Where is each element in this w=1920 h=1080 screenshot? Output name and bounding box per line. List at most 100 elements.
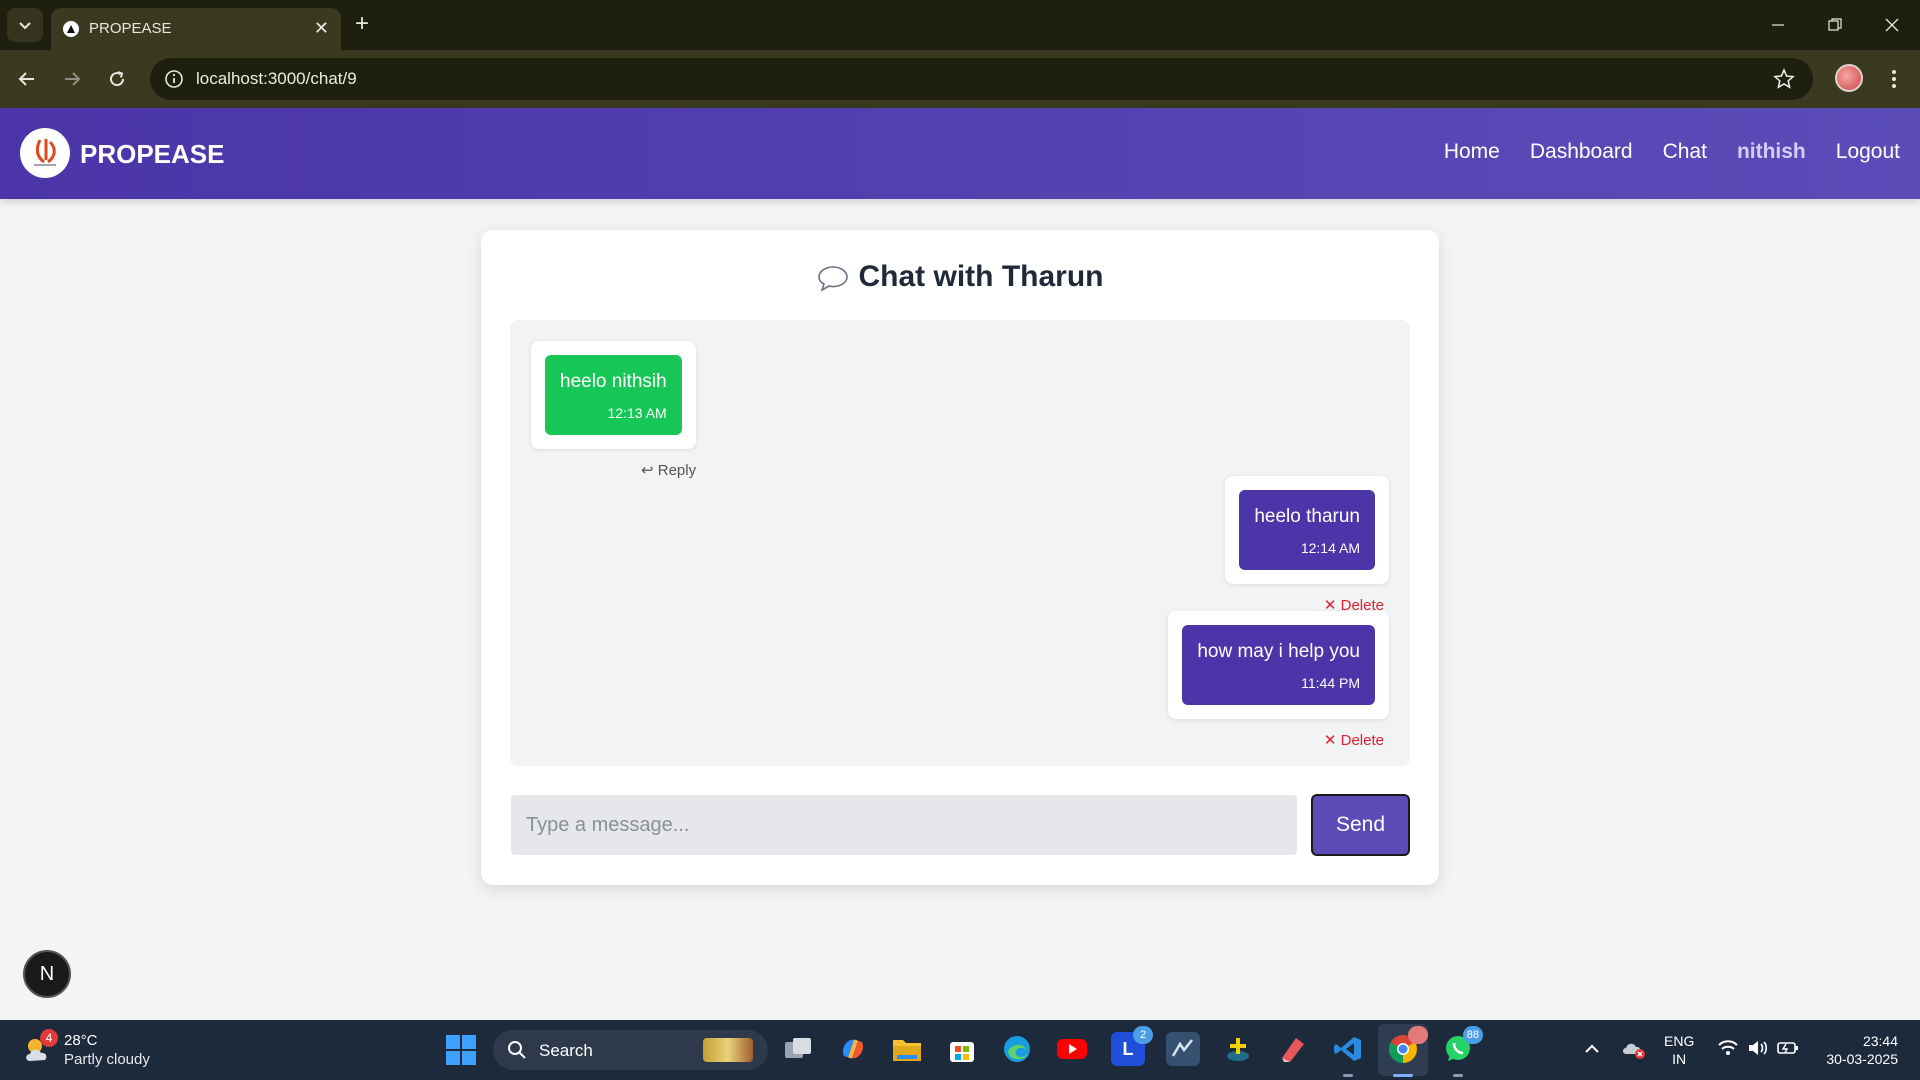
reload-button[interactable] [104, 66, 130, 92]
message-time: 12:14 AM [1300, 540, 1360, 556]
clock-time: 23:44 [1862, 1033, 1898, 1049]
vscode-icon[interactable] [1331, 1032, 1365, 1066]
nav-dashboard-link[interactable]: Dashboard [1530, 140, 1633, 164]
taskbar-search[interactable]: Search [493, 1030, 768, 1070]
message-item: how may i help you 11:44 PM [1168, 611, 1389, 719]
start-button[interactable] [446, 1035, 476, 1065]
brand-name[interactable]: PROPEASE [80, 139, 225, 170]
task-view-icon[interactable] [781, 1032, 815, 1066]
minimize-button[interactable] [1749, 0, 1806, 50]
message-item: heelo tharun 12:14 AM [1225, 476, 1389, 584]
message-text: how may i help you [1197, 641, 1360, 662]
site-info-icon[interactable] [164, 69, 184, 89]
tab-search-button[interactable] [7, 8, 43, 42]
main-nav: Home Dashboard Chat nithish Logout [1444, 140, 1900, 164]
window-controls [1749, 0, 1920, 50]
lens-notification-badge: 2 [1133, 1026, 1153, 1044]
edge-browser-icon[interactable] [1000, 1032, 1034, 1066]
arrow-right-icon [65, 72, 81, 86]
battery-icon[interactable] [1776, 1038, 1800, 1058]
speech-bubble-icon [817, 266, 848, 292]
minimize-icon [1771, 24, 1784, 26]
nav-logout-link[interactable]: Logout [1836, 140, 1900, 164]
reply-button[interactable]: ↩ Reply [641, 461, 696, 479]
bookmark-star-icon[interactable] [1773, 68, 1795, 90]
close-window-button[interactable] [1863, 0, 1920, 50]
nav-home-link[interactable]: Home [1444, 140, 1500, 164]
whatsapp-running-indicator [1453, 1074, 1463, 1077]
chrome-profile-badge [1408, 1026, 1428, 1044]
system-clock[interactable]: 23:44 30-03-2025 [1818, 1032, 1898, 1068]
chrome-running-indicator [1393, 1074, 1413, 1077]
chat-header: Chat with Tharun [481, 260, 1439, 294]
lens-letter: L [1122, 1038, 1134, 1059]
language-region: IN [1672, 1051, 1687, 1067]
message-bubble-sent: heelo tharun 12:14 AM [1239, 490, 1375, 570]
chevron-down-icon [19, 22, 31, 30]
language-code: ENG [1664, 1033, 1695, 1049]
message-time: 12:13 AM [607, 405, 667, 421]
wifi-icon[interactable] [1717, 1038, 1739, 1058]
onedrive-error-icon[interactable] [1622, 1038, 1646, 1060]
message-time: 11:44 PM [1301, 675, 1360, 691]
weather-condition: Partly cloudy [64, 1051, 150, 1068]
mysql-workbench-icon[interactable] [1166, 1032, 1200, 1066]
message-item: heelo nithsih 12:13 AM [531, 341, 696, 449]
volume-icon[interactable] [1747, 1038, 1769, 1058]
tab-title: PROPEASE [89, 20, 172, 37]
restore-icon [1827, 18, 1842, 31]
database-tool-icon[interactable] [1221, 1032, 1255, 1066]
vscode-running-indicator [1343, 1074, 1353, 1077]
clock-date: 30-03-2025 [1826, 1051, 1898, 1067]
file-explorer-icon[interactable] [890, 1032, 924, 1066]
close-icon [1885, 18, 1898, 32]
browser-toolbar: localhost:3000/chat/9 [0, 50, 1920, 108]
send-button[interactable]: Send [1311, 794, 1410, 856]
chat-card: Chat with Tharun heelo nithsih 12:13 AM … [481, 230, 1439, 885]
restore-button[interactable] [1806, 0, 1863, 50]
message-text: heelo tharun [1254, 506, 1360, 527]
message-input[interactable] [511, 795, 1297, 855]
tray-overflow-icon[interactable] [1583, 1040, 1601, 1058]
favicon-icon [63, 21, 79, 37]
search-icon [508, 1041, 526, 1059]
brand-logo[interactable] [20, 128, 70, 178]
whatsapp-notification-badge: 88 [1462, 1026, 1483, 1044]
message-bubble-received: heelo nithsih 12:13 AM [545, 355, 682, 435]
chrome-icon[interactable] [1386, 1026, 1428, 1066]
input-language[interactable]: ENG IN [1664, 1032, 1694, 1068]
search-label: Search [539, 1041, 593, 1060]
back-button[interactable] [14, 66, 40, 92]
profile-avatar[interactable] [1835, 64, 1863, 92]
delete-button[interactable]: ✕ Delete [1324, 731, 1384, 749]
arrow-left-icon [18, 72, 34, 86]
url-text: localhost:3000/chat/9 [196, 69, 357, 88]
message-bubble-sent: how may i help you 11:44 PM [1182, 625, 1375, 705]
copilot-icon[interactable] [836, 1032, 870, 1066]
tab-close-icon[interactable]: ✕ [314, 18, 329, 38]
message-list: heelo nithsih 12:13 AM ↩ Reply heelo tha… [510, 320, 1410, 766]
chat-title: Chat with Tharun [858, 260, 1104, 293]
browser-menu-icon[interactable] [1884, 64, 1904, 94]
weather-temperature: 28°C [64, 1032, 98, 1049]
app-navbar: PROPEASE Home Dashboard Chat nithish Log… [0, 108, 1920, 199]
reload-icon [110, 71, 125, 87]
microsoft-store-icon[interactable] [945, 1032, 979, 1066]
search-highlight-image [703, 1038, 753, 1062]
taskbar: 4 28°C Partly cloudy Search L 2 88 ENG I… [0, 1020, 1920, 1080]
nav-user-link[interactable]: nithish [1737, 140, 1806, 164]
dev-tools-badge[interactable]: N [23, 950, 71, 998]
whatsapp-icon[interactable]: 88 [1441, 1026, 1483, 1066]
drawing-app-icon[interactable] [1276, 1032, 1310, 1066]
new-tab-button[interactable]: + [355, 12, 369, 36]
forward-button[interactable] [59, 66, 85, 92]
nav-chat-link[interactable]: Chat [1663, 140, 1707, 164]
lens-app-icon[interactable]: L 2 [1111, 1026, 1153, 1066]
browser-tab[interactable]: PROPEASE ✕ [51, 8, 341, 50]
message-text: heelo nithsih [560, 371, 667, 392]
youtube-icon[interactable] [1055, 1032, 1089, 1066]
logo-icon [34, 139, 56, 166]
address-bar[interactable]: localhost:3000/chat/9 [150, 58, 1813, 100]
browser-tab-bar: PROPEASE ✕ + [0, 0, 1920, 50]
weather-alert-badge: 4 [40, 1029, 58, 1047]
